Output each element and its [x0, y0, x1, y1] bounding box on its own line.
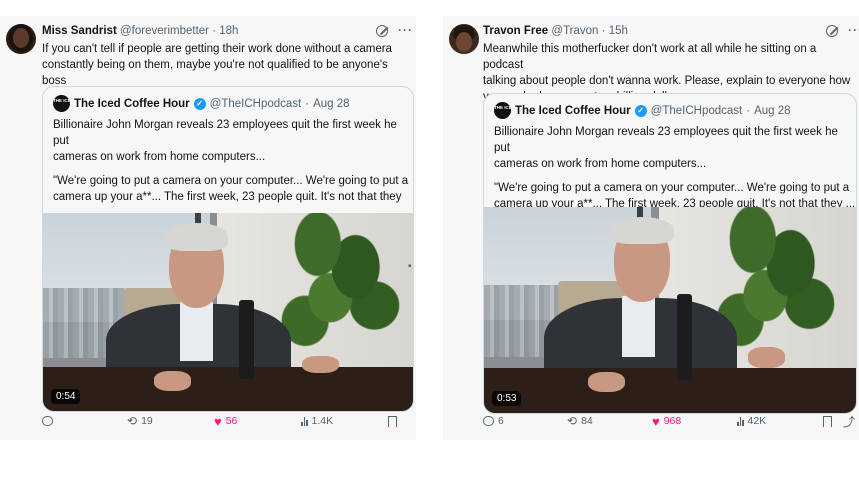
like-count: 968 — [663, 415, 682, 427]
video-person-shirt — [179, 302, 214, 362]
video-hand — [748, 347, 786, 368]
video-microphone — [677, 293, 693, 381]
video-player[interactable]: 0:53 — [484, 207, 856, 413]
reply-icon — [42, 416, 53, 426]
tweet-top-icons: ··· — [826, 24, 859, 37]
quote-author-name[interactable]: The Iced Coffee Hour — [74, 98, 190, 110]
more-icon[interactable]: ··· — [398, 24, 413, 37]
tweet-header: Miss Sandrist @foreverimbetter · 18h — [42, 25, 238, 37]
tweet-text: If you can't tell if people are getting … — [42, 41, 414, 89]
quote-date[interactable]: Aug 28 — [313, 98, 349, 110]
video-player[interactable]: 0:54 — [43, 213, 413, 411]
author-handle[interactable]: @foreverimbetter — [120, 25, 209, 37]
iced-coffee-hour-logo: THE ICED COFFEE HOUR — [53, 95, 108, 112]
retweet-button[interactable]: ⟲ 19 — [127, 414, 153, 428]
quote-header: THE ICED COFFEE HOUR The Iced Coffee Hou… — [494, 102, 791, 119]
quote-date[interactable]: Aug 28 — [754, 105, 790, 117]
avatar[interactable] — [449, 24, 479, 54]
reply-button[interactable]: 6 — [483, 415, 504, 427]
video-duration: 0:54 — [51, 389, 81, 404]
views-count: 1.4K — [311, 415, 334, 427]
quoted-tweet[interactable]: THE ICED COFFEE HOUR The Iced Coffee Hou… — [42, 86, 414, 412]
quote-author-handle[interactable]: @TheICHpodcast — [210, 98, 302, 110]
quote-text-line: Billionaire John Morgan reveals 23 emplo… — [53, 119, 397, 147]
quote-text-line: "We're going to put a camera on your com… — [494, 182, 850, 194]
author-handle[interactable]: @Travon — [551, 25, 598, 37]
views-icon — [737, 416, 744, 426]
video-hand — [588, 371, 626, 393]
like-button[interactable]: ♥ 56 — [214, 414, 237, 429]
video-person-hair — [165, 222, 228, 251]
more-icon[interactable]: ··· — [848, 24, 859, 37]
timestamp[interactable]: 15h — [609, 25, 628, 37]
quote-text-line: "We're going to put a camera on your com… — [53, 175, 409, 187]
video-person-shirt — [621, 295, 656, 358]
avatar-face — [13, 28, 29, 48]
quote-header: THE ICED COFFEE HOUR The Iced Coffee Hou… — [53, 95, 350, 112]
author-name[interactable]: Miss Sandrist — [42, 25, 117, 37]
views-icon — [301, 416, 308, 426]
retweet-button[interactable]: ⟲ 84 — [567, 414, 593, 428]
reply-icon — [483, 416, 494, 426]
video-duration: 0:53 — [492, 391, 522, 406]
avatar-face — [456, 32, 472, 52]
retweet-icon: ⟲ — [127, 414, 138, 428]
bookmark-icon — [388, 415, 397, 427]
tweet-left[interactable]: Miss Sandrist @foreverimbetter · 18h ···… — [0, 16, 416, 440]
retweet-count: 84 — [581, 415, 593, 427]
like-count: 56 — [225, 415, 238, 427]
quote-text-line: cameras on work from home computers... — [53, 151, 266, 163]
quote-author-handle[interactable]: @TheICHpodcast — [651, 105, 743, 117]
separator-dot: · — [212, 25, 217, 37]
grok-icon[interactable] — [826, 25, 838, 37]
tweet-header: Travon Free @Travon · 15h — [483, 25, 628, 37]
quoted-tweet[interactable]: THE ICED COFFEE HOUR The Iced Coffee Hou… — [483, 93, 857, 414]
video-desk — [43, 367, 413, 411]
retweet-count: 19 — [141, 415, 153, 427]
views-count: 42K — [747, 415, 767, 427]
reply-button[interactable] — [42, 416, 57, 426]
quote-author-name[interactable]: The Iced Coffee Hour — [515, 105, 631, 117]
like-button[interactable]: ♥ 968 — [652, 414, 681, 429]
video-desk — [484, 367, 856, 413]
quote-text-line: cameras on work from home computers... — [494, 158, 707, 170]
like-icon: ♥ — [652, 413, 660, 429]
separator-dot: · — [305, 97, 310, 110]
bookmark-icon — [823, 415, 832, 427]
video-hand — [302, 355, 339, 374]
tweet-right[interactable]: Travon Free @Travon · 15h ··· Meanwhile … — [443, 16, 859, 440]
retweet-icon: ⟲ — [567, 414, 578, 428]
grok-icon[interactable] — [376, 25, 388, 37]
views-button[interactable]: 1.4K — [301, 415, 333, 427]
quote-text: Billionaire John Morgan reveals 23 emplo… — [494, 124, 856, 212]
share-icon: ⤴ — [843, 414, 856, 429]
avatar[interactable] — [6, 24, 36, 54]
quote-text-line: Billionaire John Morgan reveals 23 emplo… — [494, 126, 838, 154]
quote-text: Billionaire John Morgan reveals 23 emplo… — [53, 117, 413, 221]
iced-coffee-hour-logo: THE ICED COFFEE HOUR — [494, 102, 549, 119]
video-hand — [154, 371, 191, 392]
tweet-text-line: If you can't tell if people are getting … — [42, 43, 392, 55]
video-microphone — [239, 300, 254, 380]
separator-dot: · — [601, 25, 606, 37]
tweet-text-line: constantly being on them, maybe you're n… — [42, 59, 388, 87]
share-button[interactable]: ⤴ — [843, 413, 855, 430]
timestamp[interactable]: 18h — [219, 25, 238, 37]
like-icon: ♥ — [214, 413, 222, 429]
video-person-hair — [610, 217, 674, 245]
tweet-top-icons: ··· — [376, 24, 413, 37]
verified-badge-icon: ✓ — [634, 104, 647, 117]
tweet-text-line: Meanwhile this motherfucker don't work a… — [483, 43, 817, 71]
video-plant — [279, 213, 406, 368]
verified-badge-icon: ✓ — [193, 97, 206, 110]
author-name[interactable]: Travon Free — [483, 25, 548, 37]
reply-count: 6 — [498, 415, 504, 427]
views-button[interactable]: 42K — [737, 415, 766, 427]
tweet-text-line: talking about people don't wanna work. P… — [483, 75, 851, 87]
separator-dot: · — [746, 104, 751, 117]
share-icon[interactable]: ▪ — [408, 261, 412, 272]
bookmark-button[interactable] — [823, 415, 832, 427]
bookmark-button[interactable] — [388, 415, 397, 427]
